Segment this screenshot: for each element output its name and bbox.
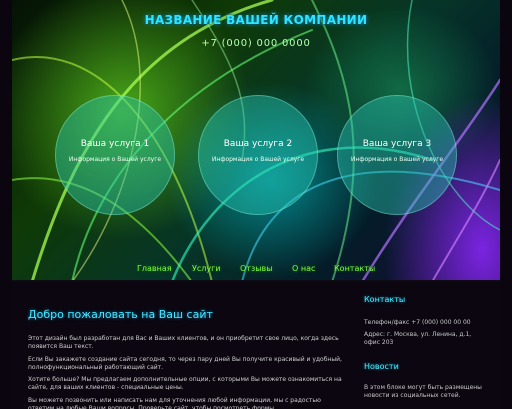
hero-banner: НАЗВАНИЕ ВАШЕЙ КОМПАНИИ +7 (000) 000 000… [12, 0, 500, 282]
news-heading: Новости [364, 362, 399, 371]
service-text: Информация о Вашей услуге [211, 156, 305, 163]
nav-item-home[interactable]: Главная [137, 264, 172, 273]
nav-item-reviews[interactable]: Отзывы [240, 264, 273, 273]
contacts-phone-fax: Телефон/факс +7 (000) 000 00 00 [364, 319, 471, 326]
service-text: Информация о Вашей услуге [350, 156, 444, 163]
content-paragraph: Вы можете позвонить или написать нам для… [28, 397, 321, 409]
contacts-address: Адрес: г. Москва, ул. Ленина, д.1, офис … [364, 331, 472, 346]
content-paragraph: Если Вы закажете создание сайта сегодня,… [28, 356, 342, 371]
header-phone: +7 (000) 000 0000 [201, 38, 311, 49]
service-text: Информация о Вашей услуге [68, 156, 162, 163]
service-circle-1[interactable]: Ваша услуга 1 Информация о Вашей услуге [55, 95, 175, 215]
main-nav: Главная Услуги Отзывы О нас Контакты [12, 264, 500, 278]
divider [12, 280, 500, 282]
service-circle-2[interactable]: Ваша услуга 2 Информация о Вашей услуге [198, 95, 318, 215]
nav-item-contacts[interactable]: Контакты [334, 264, 375, 273]
service-title: Ваша услуга 1 [80, 139, 150, 149]
nav-item-services[interactable]: Услуги [192, 264, 221, 273]
content-paragraph: Хотите больше? Мы предлагаем дополнитель… [28, 376, 342, 391]
page: НАЗВАНИЕ ВАШЕЙ КОМПАНИИ +7 (000) 000 000… [12, 0, 500, 409]
nav-item-about[interactable]: О нас [292, 264, 315, 273]
welcome-heading: Добро пожаловать на Ваш сайт [28, 308, 213, 321]
service-title: Ваша услуга 3 [362, 139, 432, 149]
content-paragraph: Этот дизайн был разработан для Вас и Ваш… [28, 335, 339, 350]
service-circle-3[interactable]: Ваша услуга 3 Информация о Вашей услуге [337, 95, 457, 215]
service-title: Ваша услуга 2 [223, 139, 293, 149]
contacts-heading: Контакты [364, 295, 406, 304]
company-name: НАЗВАНИЕ ВАШЕЙ КОМПАНИИ [144, 13, 368, 27]
news-text: В этом блоке могут быть размещены новост… [364, 384, 482, 399]
